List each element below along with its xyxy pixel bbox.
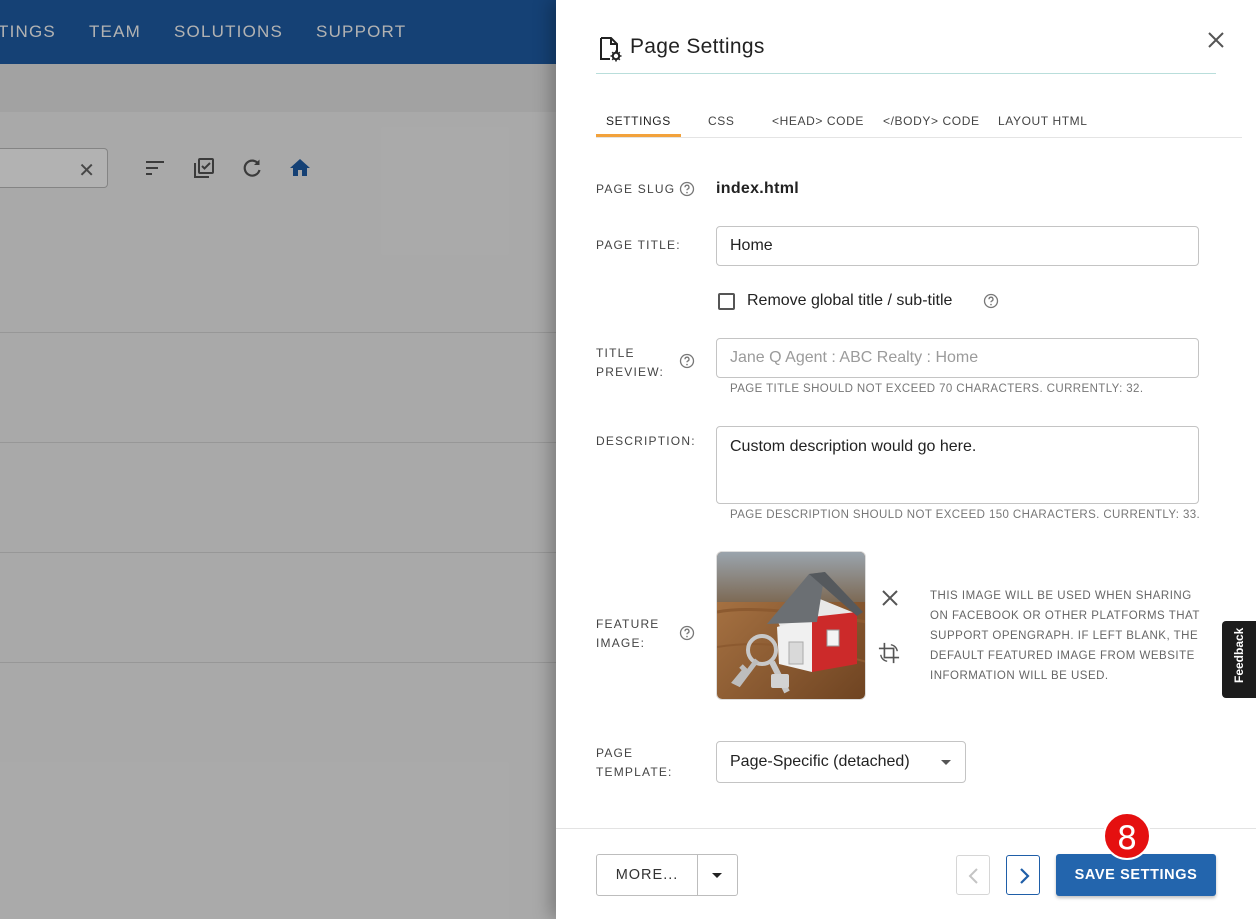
- page-settings-drawer: Page Settings SETTINGS CSS <HEAD> CODE <…: [556, 0, 1256, 919]
- modal-backdrop[interactable]: [0, 0, 556, 919]
- more-button-label[interactable]: MORE...: [597, 855, 697, 895]
- feature-image-note: THIS IMAGE WILL BE USED WHEN SHARING ON …: [930, 590, 1200, 682]
- settings-tabs: SETTINGS CSS <HEAD> CODE </BODY> CODE LA…: [596, 106, 1242, 138]
- house-keys-photo: [717, 552, 865, 699]
- title-preview-label-2: PREVIEW:: [596, 365, 665, 379]
- more-button[interactable]: MORE...: [596, 854, 738, 896]
- tab-head-code[interactable]: <HEAD> CODE: [772, 114, 864, 128]
- remove-image-icon[interactable]: [879, 587, 901, 609]
- tab-css[interactable]: CSS: [708, 114, 734, 128]
- page-title-label: PAGE TITLE:: [596, 238, 681, 252]
- more-dropdown-icon[interactable]: [712, 873, 722, 878]
- title-preview-field[interactable]: Jane Q Agent : ABC Realty : Home: [716, 338, 1199, 378]
- save-settings-button[interactable]: SAVE SETTINGS: [1056, 854, 1216, 896]
- page-template-label-2: TEMPLATE:: [596, 765, 673, 779]
- active-tab-indicator: [596, 134, 681, 137]
- page-title-input[interactable]: Home: [716, 226, 1199, 266]
- next-page-button[interactable]: [1006, 855, 1040, 895]
- crop-icon[interactable]: [878, 642, 900, 664]
- remove-global-title-checkbox[interactable]: [718, 293, 735, 310]
- step-badge: 8: [1103, 812, 1151, 860]
- previous-page-button[interactable]: [956, 855, 990, 895]
- drawer-title: Page Settings: [630, 35, 765, 58]
- page-slug-label: PAGE SLUG: [596, 182, 676, 196]
- feature-image-thumbnail[interactable]: [716, 551, 866, 700]
- more-button-divider: [697, 855, 698, 895]
- background-app: TINGS TEAM SOLUTIONS SUPPORT ✕: [0, 0, 556, 919]
- drawer-header: Page Settings: [596, 28, 1216, 74]
- page-settings-icon: [600, 37, 622, 62]
- feedback-tab[interactable]: Feedback: [1222, 621, 1256, 698]
- page-slug-value: index.html: [716, 180, 800, 197]
- dropdown-caret-icon: [941, 760, 951, 765]
- title-length-hint: PAGE TITLE SHOULD NOT EXCEED 70 CHARACTE…: [730, 383, 1144, 395]
- page-template-label: PAGE: [596, 746, 634, 760]
- drawer-footer: MORE... SAVE SETTINGS: [556, 828, 1256, 919]
- description-label: DESCRIPTION:: [596, 434, 696, 448]
- page-template-select[interactable]: Page-Specific (detached): [716, 741, 966, 783]
- tab-layout-html[interactable]: LAYOUT HTML: [998, 114, 1088, 128]
- feedback-label: Feedback: [1232, 627, 1246, 683]
- page-template-value: Page-Specific (detached): [730, 753, 910, 770]
- title-preview-label: TITLE: [596, 346, 635, 360]
- help-icon[interactable]: [983, 293, 999, 309]
- description-length-hint: PAGE DESCRIPTION SHOULD NOT EXCEED 150 C…: [730, 509, 1201, 521]
- remove-global-title-label: Remove global title / sub-title: [747, 292, 953, 309]
- tab-body-code[interactable]: </BODY> CODE: [883, 114, 980, 128]
- feature-image-label: FEATURE: [596, 617, 660, 631]
- help-icon[interactable]: [679, 353, 695, 369]
- chevron-right-icon: [1020, 868, 1030, 884]
- help-icon[interactable]: [679, 625, 695, 641]
- tab-settings[interactable]: SETTINGS: [606, 114, 671, 128]
- chevron-left-icon: [968, 868, 978, 884]
- description-textarea[interactable]: Custom description would go here.: [716, 426, 1199, 504]
- help-icon[interactable]: [679, 181, 695, 197]
- feature-image-label-2: IMAGE:: [596, 636, 646, 650]
- close-icon[interactable]: [1206, 30, 1226, 50]
